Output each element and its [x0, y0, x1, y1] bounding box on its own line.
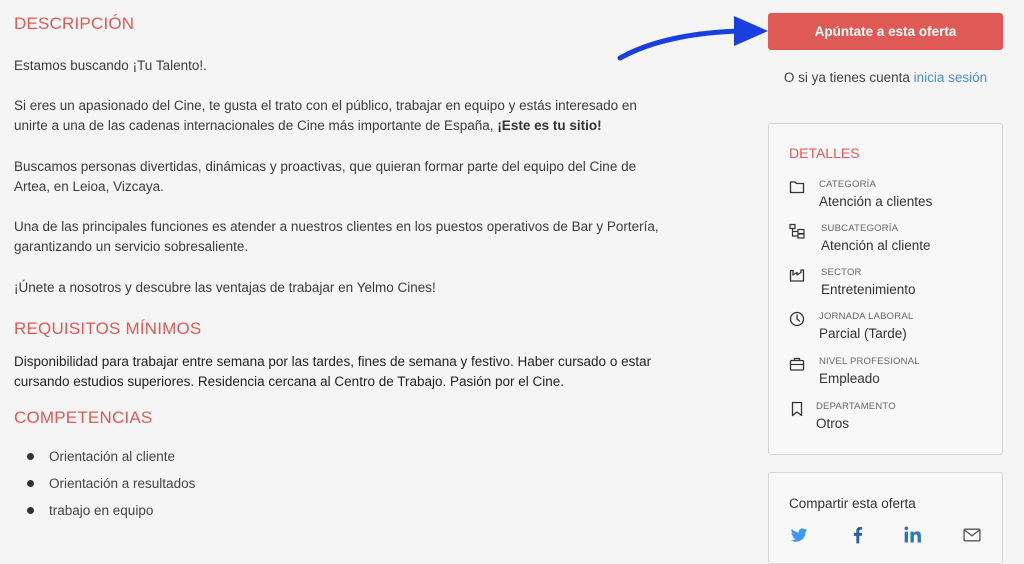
bookmark-icon — [791, 401, 803, 417]
briefcase-icon — [789, 357, 805, 371]
twitter-icon[interactable] — [789, 525, 809, 545]
subcategory-icon — [789, 223, 805, 239]
apply-button[interactable]: Apúntate a esta oferta — [768, 13, 1003, 50]
requirements-title: REQUISITOS MÍNIMOS — [14, 319, 202, 338]
list-item: trabajo en equipo — [14, 497, 195, 524]
description-paragraph-5: ¡Únete a nosotros y descubre las ventaja… — [14, 280, 436, 295]
bullet-icon — [27, 453, 34, 460]
factory-icon — [789, 269, 805, 282]
linkedin-icon[interactable] — [903, 525, 923, 545]
details-panel: DETALLES CATEGORÍA Atención a clientes S… — [768, 123, 1003, 455]
list-item: Orientación al cliente — [14, 443, 195, 470]
highlight-text: ¡Este es tu sitio! — [497, 118, 602, 133]
login-prompt: O si ya tienes cuenta inicia sesión — [783, 70, 988, 85]
bullet-icon — [27, 480, 34, 487]
list-item: Orientación a resultados — [14, 470, 195, 497]
description-paragraph-4: Una de las principales funciones es aten… — [14, 219, 659, 254]
description-title: DESCRIPCIÓN — [14, 14, 135, 33]
email-icon[interactable] — [962, 525, 982, 545]
description-paragraph-2: Si eres un apasionado del Cine, te gusta… — [14, 98, 637, 133]
share-title: Compartir esta oferta — [789, 496, 916, 511]
folder-icon — [789, 181, 805, 194]
description-paragraph-3: Buscamos personas divertidas, dinámicas … — [14, 159, 637, 194]
details-title: DETALLES — [789, 145, 860, 161]
requirements-text: Disponibilidad para trabajar entre seman… — [14, 354, 652, 389]
facebook-icon[interactable] — [848, 525, 868, 545]
share-panel: Compartir esta oferta — [768, 472, 1003, 564]
clock-icon — [789, 311, 805, 327]
annotation-arrow-icon — [617, 16, 768, 61]
competencies-title: COMPETENCIAS — [14, 408, 153, 427]
description-paragraph-1: Estamos buscando ¡Tu Talento!. — [14, 58, 207, 73]
bullet-icon — [27, 507, 34, 514]
login-link[interactable]: inicia sesión — [914, 70, 988, 85]
competencies-list: Orientación al cliente Orientación a res… — [14, 443, 195, 524]
